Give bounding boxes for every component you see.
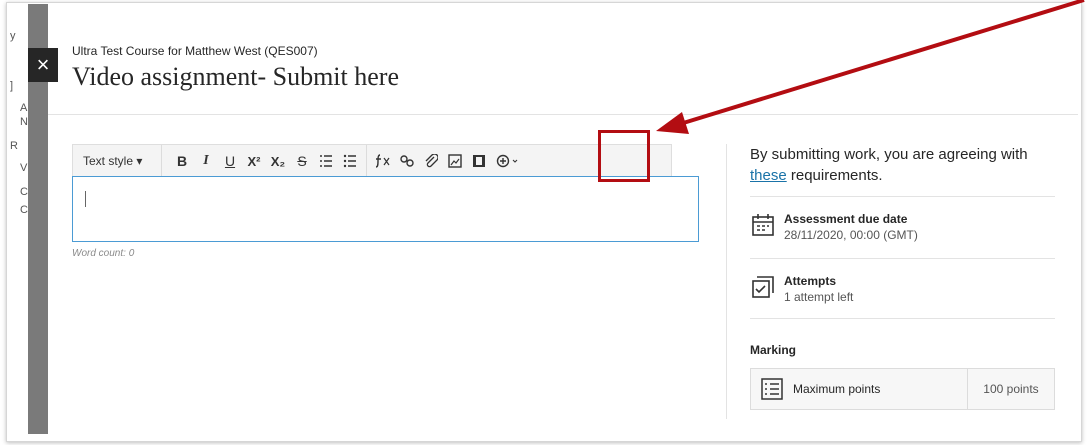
annotation-arrow bbox=[656, 0, 1085, 134]
